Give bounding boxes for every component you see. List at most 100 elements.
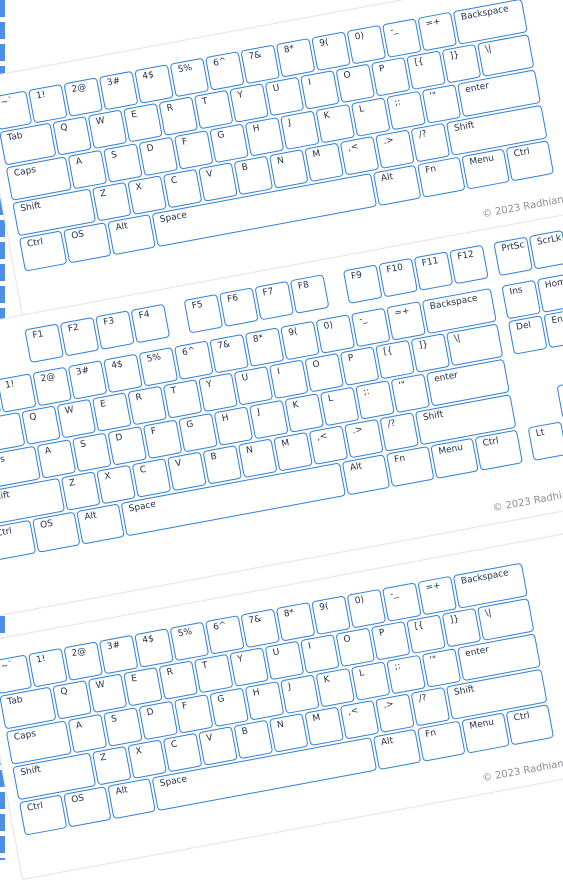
- key-i[interactable]: I: [300, 634, 340, 674]
- key-alt[interactable]: Alt: [76, 503, 125, 545]
- key-c[interactable]: C: [162, 168, 203, 209]
- key-f10[interactable]: F10: [378, 257, 418, 298]
- key-fn[interactable]: Fn: [386, 445, 435, 488]
- key-period[interactable]: .>: [375, 129, 415, 170]
- key-equal[interactable]: =+: [417, 11, 458, 52]
- key-6[interactable]: 6^: [173, 340, 214, 381]
- key-f3[interactable]: F3: [95, 310, 135, 350]
- key-k[interactable]: K: [284, 393, 325, 433]
- key-f8[interactable]: F8: [289, 274, 330, 314]
- key-r[interactable]: R: [127, 385, 168, 426]
- key-i[interactable]: I: [269, 359, 309, 400]
- key-comma[interactable]: ,<: [339, 135, 380, 176]
- key-ctrl[interactable]: Ctrl: [505, 140, 555, 182]
- key-k[interactable]: K: [315, 667, 356, 708]
- key-b[interactable]: B: [233, 719, 274, 760]
- key-alt[interactable]: Alt: [372, 164, 422, 207]
- key-r[interactable]: R: [158, 660, 199, 700]
- key-s[interactable]: S: [103, 707, 143, 747]
- key-f9[interactable]: F9: [342, 264, 383, 305]
- key-period[interactable]: .>: [375, 693, 415, 734]
- key-u[interactable]: U: [264, 76, 305, 117]
- key-equal[interactable]: =+: [417, 575, 458, 616]
- key-v[interactable]: V: [167, 451, 207, 492]
- key-prtsc[interactable]: PrtSc: [493, 236, 533, 277]
- key-slash[interactable]: /?: [379, 412, 420, 452]
- key-q[interactable]: Q: [52, 680, 92, 720]
- key-o[interactable]: O: [335, 63, 376, 104]
- key-b[interactable]: B: [233, 155, 274, 196]
- key-minus[interactable]: -_: [350, 307, 391, 348]
- key-equal[interactable]: =+: [386, 301, 426, 341]
- key-g[interactable]: G: [178, 412, 218, 453]
- key-quote[interactable]: '": [421, 84, 462, 124]
- key-comma[interactable]: ,<: [308, 425, 349, 465]
- key-7[interactable]: 7&: [240, 44, 281, 85]
- key-scrlk[interactable]: ScrLk: [528, 229, 563, 270]
- key-e[interactable]: E: [123, 666, 163, 707]
- key-j[interactable]: J: [249, 399, 289, 440]
- key-menu[interactable]: Menu: [461, 712, 510, 754]
- key-f[interactable]: F: [173, 130, 214, 170]
- key-m[interactable]: M: [304, 706, 344, 747]
- key-home[interactable]: Home: [536, 273, 563, 313]
- key-period[interactable]: .>: [344, 418, 384, 459]
- key-j[interactable]: J: [280, 674, 320, 715]
- key-5[interactable]: 5%: [138, 347, 179, 387]
- key-up[interactable]: Up: [556, 379, 563, 420]
- key-9[interactable]: 9(: [311, 31, 351, 72]
- key-y[interactable]: Y: [229, 83, 269, 123]
- key-x[interactable]: X: [127, 175, 167, 215]
- key-w[interactable]: W: [56, 398, 97, 439]
- key-ctrl[interactable]: Ctrl: [0, 519, 37, 562]
- key-minus[interactable]: -_: [382, 582, 422, 622]
- key-0[interactable]: 0): [346, 24, 387, 65]
- key-p[interactable]: P: [370, 620, 411, 661]
- key-f[interactable]: F: [173, 694, 214, 734]
- key-f[interactable]: F: [142, 419, 183, 460]
- key-0[interactable]: 0): [346, 588, 387, 629]
- key-os[interactable]: OS: [63, 222, 112, 264]
- key-9[interactable]: 9(: [280, 320, 320, 361]
- key-1[interactable]: 1!: [28, 83, 68, 124]
- key-t[interactable]: T: [162, 379, 203, 419]
- key-semicolon[interactable]: ;:: [355, 380, 395, 420]
- key-0[interactable]: 0): [315, 314, 356, 354]
- key-f7[interactable]: F7: [254, 280, 295, 321]
- key-d[interactable]: D: [138, 136, 179, 177]
- key-a[interactable]: A: [67, 713, 108, 754]
- key-y[interactable]: Y: [198, 372, 238, 413]
- key-quote[interactable]: '": [390, 373, 431, 414]
- key-semicolon[interactable]: ;:: [386, 654, 426, 695]
- key-minus[interactable]: -_: [382, 18, 422, 58]
- key-ctrl[interactable]: Ctrl: [505, 704, 555, 746]
- key-t[interactable]: T: [193, 653, 234, 694]
- key-n[interactable]: N: [268, 713, 309, 753]
- key-n[interactable]: N: [237, 438, 278, 479]
- key-2[interactable]: 2@: [32, 366, 72, 407]
- key-p[interactable]: P: [339, 346, 380, 386]
- key-i[interactable]: I: [300, 70, 340, 110]
- key-v[interactable]: V: [198, 726, 238, 766]
- key-slash[interactable]: /?: [410, 686, 451, 727]
- key-h[interactable]: H: [213, 406, 254, 446]
- key-u[interactable]: U: [264, 640, 305, 681]
- key-e[interactable]: E: [92, 392, 132, 432]
- key-o[interactable]: O: [304, 352, 345, 393]
- key-ctrl[interactable]: Ctrl: [18, 794, 68, 836]
- key-slash[interactable]: /?: [410, 122, 451, 163]
- key-tilde[interactable]: ~`: [0, 654, 33, 695]
- key-x[interactable]: X: [127, 739, 167, 779]
- key-fn[interactable]: Fn: [417, 156, 466, 198]
- key-lbracket[interactable]: [{: [406, 50, 446, 91]
- key-z[interactable]: Z: [60, 471, 101, 511]
- key-r[interactable]: R: [158, 96, 199, 136]
- key-b[interactable]: B: [202, 444, 243, 485]
- key-os[interactable]: OS: [32, 511, 81, 553]
- key-3[interactable]: 3#: [98, 634, 139, 675]
- key-f4[interactable]: F4: [130, 303, 171, 344]
- key-2[interactable]: 2@: [63, 77, 104, 117]
- key-alt[interactable]: Alt: [107, 213, 156, 256]
- key-6[interactable]: 6^: [205, 615, 245, 655]
- key-v[interactable]: V: [198, 162, 238, 202]
